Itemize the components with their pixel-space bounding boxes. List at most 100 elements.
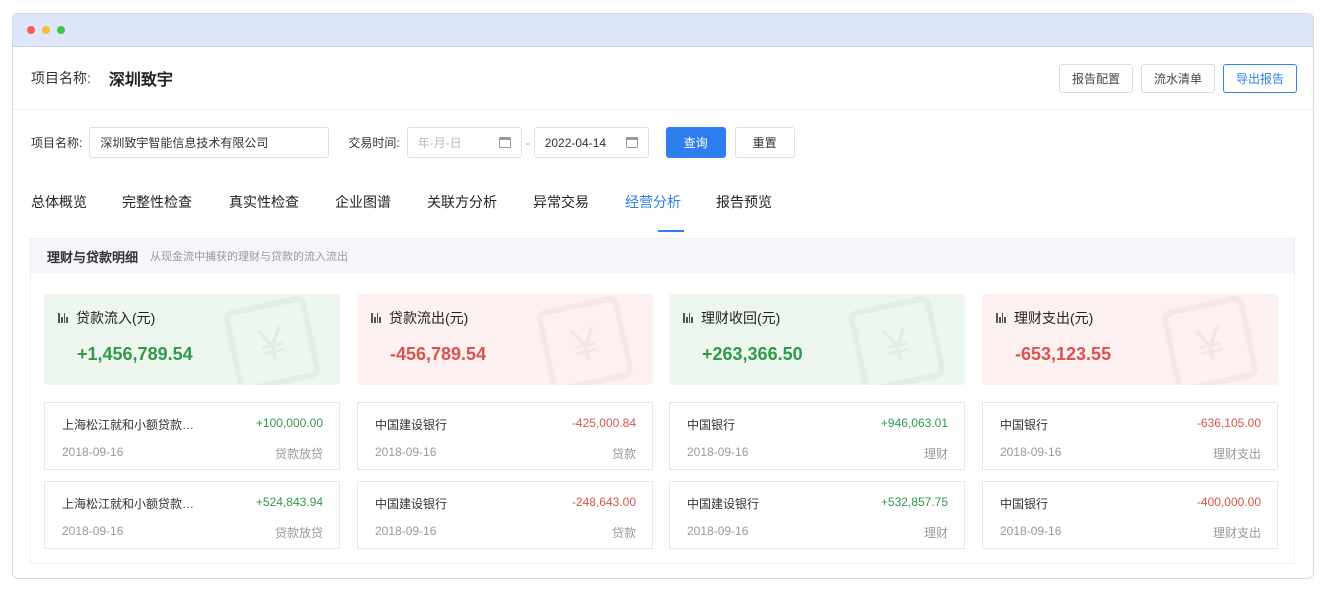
tab-overview[interactable]: 总体概览 bbox=[31, 192, 122, 232]
header-actions: 报告配置 流水清单 导出报告 bbox=[1058, 63, 1297, 93]
calendar-icon bbox=[498, 137, 511, 148]
window-titlebar bbox=[13, 14, 1313, 47]
detail-card[interactable]: 中国银行 +946,063.01 2018-09-16 理财 bbox=[669, 402, 965, 470]
card-type: 理财 bbox=[923, 447, 948, 461]
card-type: 贷款放贷 bbox=[274, 447, 323, 461]
card-counterparty: 中国建设银行 bbox=[375, 497, 448, 511]
stat-finance-return: ¥ 理财收回(元) +263,366.50 bbox=[669, 294, 965, 385]
card-date: 2018-09-16 bbox=[1000, 524, 1062, 538]
card-type: 理财支出 bbox=[1212, 447, 1261, 461]
card-counterparty: 上海松江就和小额贷款… bbox=[62, 418, 195, 432]
reset-button[interactable]: 重置 bbox=[734, 127, 795, 158]
tab-operations[interactable]: 经营分析 bbox=[625, 192, 716, 232]
card-amount: +100,000.00 bbox=[255, 416, 323, 430]
transaction-list-button[interactable]: 流水清单 bbox=[1140, 63, 1215, 93]
card-date: 2018-09-16 bbox=[375, 524, 437, 538]
project-heading: 项目名称: 深圳致宇 bbox=[31, 66, 173, 90]
stat-label: 贷款流出(元) bbox=[389, 310, 469, 326]
project-name-value: 深圳致宇智能信息技术有限公司 bbox=[100, 136, 269, 150]
page-header: 项目名称: 深圳致宇 报告配置 流水清单 导出报告 bbox=[13, 47, 1313, 110]
project-label: 项目名称: bbox=[31, 70, 91, 86]
card-amount: +532,857.75 bbox=[880, 495, 948, 509]
tab-authenticity[interactable]: 真实性检查 bbox=[229, 192, 335, 232]
detail-card[interactable]: 上海松江就和小额贷款… +100,000.00 2018-09-16 贷款放贷 bbox=[44, 402, 340, 470]
card-type: 贷款 bbox=[611, 526, 636, 540]
close-dot[interactable] bbox=[27, 26, 35, 34]
yuan-exchange-icon: ¥ bbox=[222, 294, 322, 385]
bars-icon bbox=[371, 313, 381, 323]
stat-label: 理财支出(元) bbox=[1014, 310, 1094, 326]
card-date: 2018-09-16 bbox=[62, 524, 124, 538]
analysis-tabs: 总体概览 完整性检查 真实性检查 企业图谱 关联方分析 异常交易 经营分析 报告… bbox=[31, 192, 786, 232]
bars-icon bbox=[58, 313, 68, 323]
maximize-dot[interactable] bbox=[57, 26, 65, 34]
card-counterparty: 中国建设银行 bbox=[375, 418, 448, 432]
stat-value: +1,456,789.54 bbox=[77, 344, 193, 364]
tab-company-graph[interactable]: 企业图谱 bbox=[335, 192, 427, 232]
card-counterparty: 中国银行 bbox=[687, 418, 736, 432]
tab-abnormal-trade[interactable]: 异常交易 bbox=[533, 192, 625, 232]
stat-label: 理财收回(元) bbox=[701, 310, 781, 326]
panel-header: 理财与贷款明细 从现金流中捕获的理财与贷款的流入流出 bbox=[31, 239, 1294, 273]
card-amount: -400,000.00 bbox=[1196, 495, 1261, 509]
card-type: 理财支出 bbox=[1212, 526, 1261, 540]
panel-subtitle: 从现金流中捕获的理财与贷款的流入流出 bbox=[150, 251, 349, 263]
tab-related-party[interactable]: 关联方分析 bbox=[427, 192, 533, 232]
bars-icon bbox=[996, 313, 1006, 323]
end-date-field[interactable]: 2022-04-14 bbox=[533, 127, 649, 158]
finance-loan-panel: 理财与贷款明细 从现金流中捕获的理财与贷款的流入流出 ¥ 贷款流入(元) +1,… bbox=[30, 238, 1295, 564]
card-type: 理财 bbox=[923, 526, 948, 540]
card-counterparty: 中国银行 bbox=[1000, 418, 1049, 432]
detail-card[interactable]: 中国建设银行 -425,000.84 2018-09-16 贷款 bbox=[357, 402, 653, 470]
card-type: 贷款放贷 bbox=[274, 526, 323, 540]
detail-card[interactable]: 中国建设银行 +532,857.75 2018-09-16 理财 bbox=[669, 481, 965, 549]
filter-bar: 项目名称: 深圳致宇智能信息技术有限公司 交易时间: 年-月-日 - 2022-… bbox=[31, 127, 795, 158]
card-date: 2018-09-16 bbox=[1000, 445, 1062, 459]
tab-completeness[interactable]: 完整性检查 bbox=[122, 192, 229, 232]
tab-report-preview[interactable]: 报告预览 bbox=[716, 192, 786, 232]
detail-card[interactable]: 中国银行 -400,000.00 2018-09-16 理财支出 bbox=[982, 481, 1278, 549]
start-date-placeholder: 年-月-日 bbox=[417, 136, 462, 150]
yuan-exchange-icon: ¥ bbox=[847, 294, 947, 385]
date-separator: - bbox=[525, 135, 530, 150]
card-amount: -636,105.00 bbox=[1196, 416, 1261, 430]
card-amount: -248,643.00 bbox=[571, 495, 636, 509]
yuan-exchange-icon: ¥ bbox=[1160, 294, 1260, 385]
end-date-value: 2022-04-14 bbox=[544, 135, 607, 150]
export-report-button[interactable]: 导出报告 bbox=[1222, 63, 1297, 93]
stat-value: -456,789.54 bbox=[390, 344, 487, 364]
project-name-field[interactable]: 深圳致宇智能信息技术有限公司 bbox=[89, 127, 330, 158]
detail-card[interactable]: 中国银行 -636,105.00 2018-09-16 理财支出 bbox=[982, 402, 1278, 470]
card-type: 贷款 bbox=[611, 447, 636, 461]
card-amount: +946,063.01 bbox=[880, 416, 948, 430]
calendar-icon bbox=[625, 137, 638, 148]
stat-value: -653,123.55 bbox=[1015, 344, 1112, 364]
card-amount: -425,000.84 bbox=[571, 416, 636, 430]
card-date: 2018-09-16 bbox=[687, 445, 749, 459]
card-counterparty: 中国建设银行 bbox=[687, 497, 760, 511]
yuan-exchange-icon: ¥ bbox=[535, 294, 635, 385]
stat-finance-expense: ¥ 理财支出(元) -653,123.55 bbox=[982, 294, 1278, 385]
stat-loan-outflow: ¥ 贷款流出(元) -456,789.54 bbox=[357, 294, 653, 385]
card-date: 2018-09-16 bbox=[375, 445, 437, 459]
panel-title: 理财与贷款明细 bbox=[47, 249, 139, 265]
detail-card[interactable]: 中国建设银行 -248,643.00 2018-09-16 贷款 bbox=[357, 481, 653, 549]
bars-icon bbox=[683, 313, 693, 323]
app-window: 项目名称: 深圳致宇 报告配置 流水清单 导出报告 项目名称: 深圳致宇智能信息… bbox=[12, 13, 1314, 579]
card-counterparty: 中国银行 bbox=[1000, 497, 1049, 511]
filter-time-label: 交易时间: bbox=[348, 136, 400, 150]
start-date-field[interactable]: 年-月-日 bbox=[406, 127, 522, 158]
stat-value: +263,366.50 bbox=[702, 344, 803, 364]
card-amount: +524,843.94 bbox=[255, 495, 323, 509]
stat-loan-inflow: ¥ 贷款流入(元) +1,456,789.54 bbox=[44, 294, 340, 385]
card-date: 2018-09-16 bbox=[687, 524, 749, 538]
project-name: 深圳致宇 bbox=[108, 72, 173, 89]
card-counterparty: 上海松江就和小额贷款… bbox=[62, 497, 195, 511]
query-button[interactable]: 查询 bbox=[665, 127, 726, 158]
minimize-dot[interactable] bbox=[42, 26, 50, 34]
detail-card[interactable]: 上海松江就和小额贷款… +524,843.94 2018-09-16 贷款放贷 bbox=[44, 481, 340, 549]
report-config-button[interactable]: 报告配置 bbox=[1058, 63, 1133, 93]
filter-project-label: 项目名称: bbox=[31, 136, 83, 150]
stat-label: 贷款流入(元) bbox=[76, 310, 156, 326]
card-date: 2018-09-16 bbox=[62, 445, 124, 459]
